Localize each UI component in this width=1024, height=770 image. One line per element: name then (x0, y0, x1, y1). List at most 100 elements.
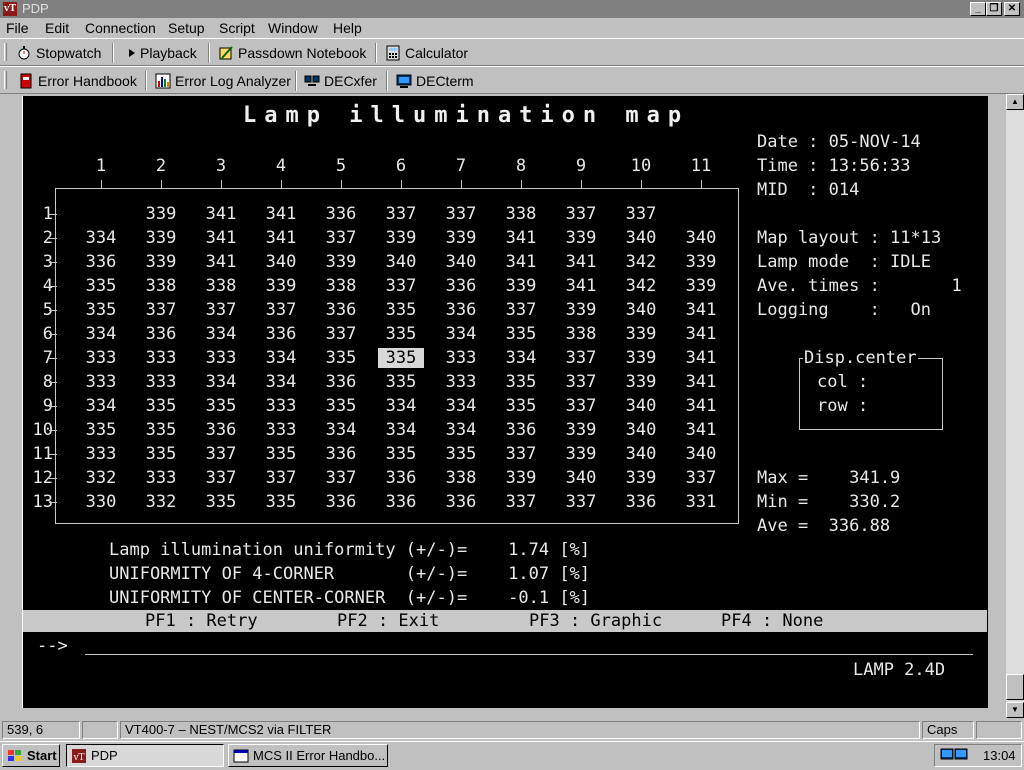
grid-cell[interactable]: 336 (498, 420, 544, 440)
menu-connection[interactable]: Connection (85, 20, 156, 36)
grid-cell[interactable]: 338 (198, 276, 244, 296)
grid-cell[interactable]: 336 (378, 492, 424, 512)
grid-cell[interactable]: 337 (378, 204, 424, 224)
grid-cell[interactable]: 342 (618, 252, 664, 272)
grid-cell[interactable]: 337 (678, 468, 724, 488)
grid-cell[interactable]: 335 (138, 444, 184, 464)
grid-cell[interactable]: 336 (318, 300, 364, 320)
grid-cell[interactable]: 336 (438, 300, 484, 320)
grid-cell[interactable]: 339 (498, 468, 544, 488)
grid-cell[interactable]: 339 (618, 348, 664, 368)
grid-cell[interactable]: 335 (378, 372, 424, 392)
command-input[interactable] (85, 654, 973, 655)
grid-cell[interactable]: 335 (258, 492, 304, 512)
grid-cell[interactable]: 334 (78, 396, 124, 416)
grid-cell[interactable]: 341 (498, 228, 544, 248)
terminal-screen[interactable]: Lamp illumination map Date : 05-NOV-14 T… (22, 96, 988, 708)
grid-cell[interactable]: 330 (78, 492, 124, 512)
grid-cell[interactable]: 335 (78, 276, 124, 296)
grid-cell[interactable]: 337 (498, 300, 544, 320)
grid-cell[interactable]: 336 (618, 492, 664, 512)
grid-cell[interactable]: 340 (378, 252, 424, 272)
grid-cell[interactable]: 335 (258, 444, 304, 464)
grid-cell[interactable]: 334 (378, 396, 424, 416)
error-handbook-button[interactable]: Error Handbook (18, 71, 137, 91)
grid-cell[interactable]: 339 (138, 228, 184, 248)
grid-cell[interactable]: 337 (558, 396, 604, 416)
maximize-button[interactable]: ❐ (986, 2, 1002, 16)
menu-script[interactable]: Script (219, 20, 255, 36)
grid-cell[interactable]: 333 (78, 348, 124, 368)
grid-cell[interactable]: 341 (678, 348, 724, 368)
scroll-down-button[interactable]: ▼ (1006, 702, 1024, 718)
grid-cell[interactable]: 340 (618, 444, 664, 464)
grid-cell[interactable]: 340 (678, 444, 724, 464)
grid-cell[interactable]: 335 (498, 396, 544, 416)
grid-cell[interactable]: 338 (138, 276, 184, 296)
grid-cell[interactable]: 335 (378, 324, 424, 344)
grid-cell[interactable]: 341 (198, 204, 244, 224)
minimize-button[interactable]: _ (970, 2, 986, 16)
grid-cell[interactable]: 335 (198, 492, 244, 512)
title-bar[interactable]: vT PDP _ ❐ ✕ (0, 0, 1024, 18)
grid-cell[interactable]: 334 (198, 324, 244, 344)
grid-cell[interactable]: 335 (138, 396, 184, 416)
playback-button[interactable]: Playback (126, 43, 197, 63)
app-icon[interactable]: vT (3, 2, 17, 16)
grid-cell[interactable]: 341 (258, 228, 304, 248)
tray-clock[interactable]: 13:04 (983, 748, 1016, 763)
grid-cell[interactable]: 335 (198, 396, 244, 416)
vertical-scrollbar[interactable]: ▲ ▼ (1006, 94, 1024, 718)
passdown-notebook-button[interactable]: Passdown Notebook (218, 43, 366, 63)
grid-cell[interactable]: 334 (438, 324, 484, 344)
grid-cell[interactable]: 339 (558, 228, 604, 248)
grid-cell[interactable]: 332 (138, 492, 184, 512)
grid-cell[interactable]: 335 (78, 420, 124, 440)
grid-cell[interactable]: 340 (438, 252, 484, 272)
grid-cell[interactable]: 332 (78, 468, 124, 488)
pf2-exit[interactable]: PF2 : Exit (337, 611, 439, 631)
task-error-handbook[interactable]: MCS II Error Handbo... (228, 744, 388, 767)
grid-cell[interactable]: 341 (558, 276, 604, 296)
grid-cell[interactable]: 336 (318, 372, 364, 392)
grid-cell[interactable]: 334 (438, 420, 484, 440)
grid-cell[interactable]: 341 (678, 372, 724, 392)
toolbar-grip[interactable] (4, 71, 7, 89)
grid-cell[interactable]: 336 (138, 324, 184, 344)
grid-cell[interactable]: 335 (498, 372, 544, 392)
grid-cell[interactable]: 339 (678, 252, 724, 272)
grid-cell[interactable]: 337 (558, 204, 604, 224)
grid-cell[interactable]: 338 (558, 324, 604, 344)
scroll-thumb[interactable] (1006, 674, 1024, 700)
grid-cell[interactable]: 336 (318, 204, 364, 224)
grid-cell[interactable]: 337 (558, 492, 604, 512)
start-button[interactable]: Start (2, 744, 60, 767)
grid-cell[interactable]: 341 (678, 420, 724, 440)
grid-cell[interactable]: 333 (138, 348, 184, 368)
grid-cell[interactable]: 334 (378, 420, 424, 440)
decterm-button[interactable]: DECterm (396, 71, 474, 91)
grid-cell[interactable]: 341 (678, 396, 724, 416)
error-log-analyzer-button[interactable]: Error Log Analyzer (155, 71, 291, 91)
pf3-graphic[interactable]: PF3 : Graphic (529, 611, 662, 631)
grid-cell[interactable]: 333 (258, 396, 304, 416)
grid-cell[interactable]: 341 (198, 252, 244, 272)
pf1-retry[interactable]: PF1 : Retry (145, 611, 258, 631)
grid-cell[interactable]: 333 (438, 372, 484, 392)
grid-cell[interactable]: 338 (498, 204, 544, 224)
grid-cell[interactable]: 339 (498, 276, 544, 296)
menu-edit[interactable]: Edit (45, 20, 69, 36)
grid-cell[interactable]: 337 (258, 468, 304, 488)
grid-cell[interactable]: 341 (258, 204, 304, 224)
calculator-button[interactable]: Calculator (385, 43, 468, 63)
menu-file[interactable]: File (6, 20, 29, 36)
grid-cell[interactable]: 335 (438, 444, 484, 464)
grid-cell[interactable]: 337 (198, 444, 244, 464)
grid-cell[interactable]: 339 (438, 228, 484, 248)
pf4-none[interactable]: PF4 : None (721, 611, 823, 631)
grid-cell[interactable]: 334 (198, 372, 244, 392)
grid-cell[interactable]: 340 (618, 420, 664, 440)
grid-cell[interactable]: 340 (618, 300, 664, 320)
grid-cell[interactable]: 334 (498, 348, 544, 368)
grid-cell[interactable]: 335 (378, 348, 424, 368)
